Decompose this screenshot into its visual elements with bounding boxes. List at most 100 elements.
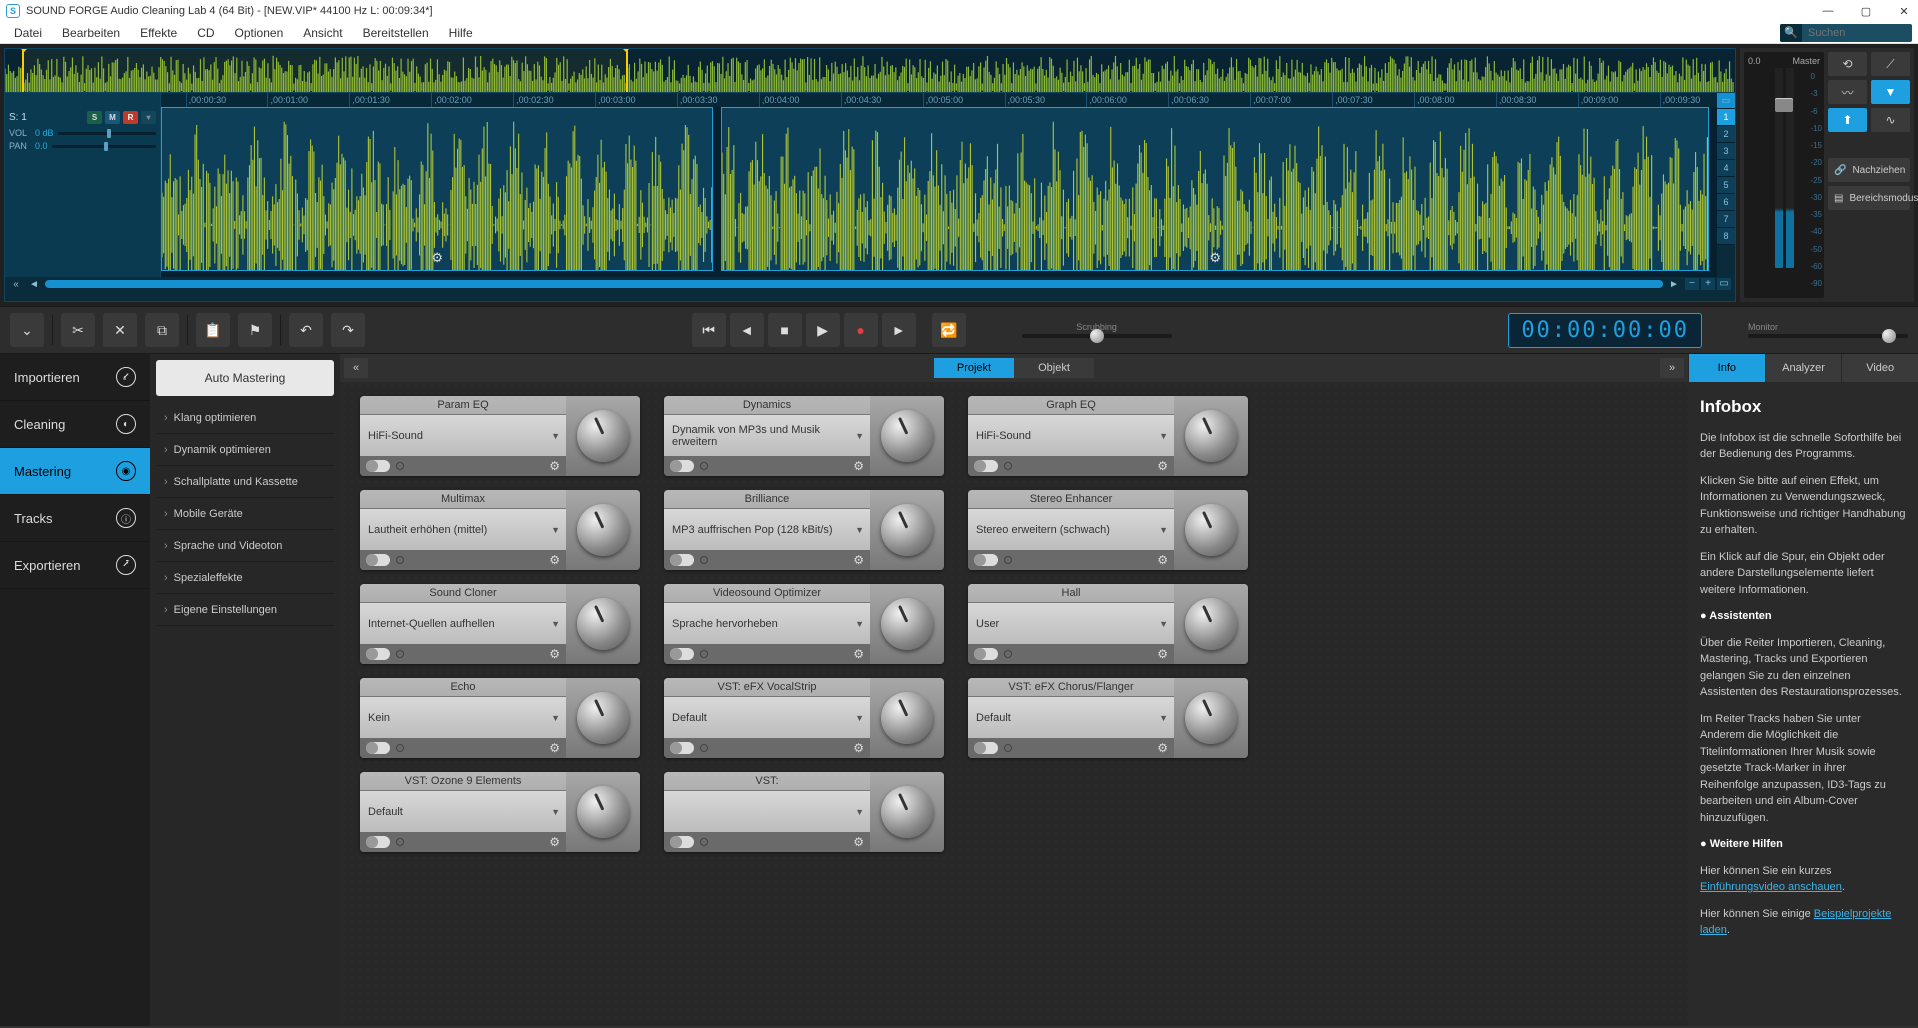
fx-preset-dropdown[interactable]: Internet-Quellen aufhellen▼ bbox=[360, 603, 566, 644]
fx-knob[interactable] bbox=[1185, 504, 1237, 556]
fx-preset-dropdown[interactable]: Kein▼ bbox=[360, 697, 566, 738]
audio-clip-2[interactable]: 2:Track 4 ⚙ bbox=[721, 107, 1709, 271]
menu-hilfe[interactable]: Hilfe bbox=[441, 24, 481, 42]
clip-fx-icon[interactable]: ⚙ bbox=[431, 250, 443, 266]
expand-down-button[interactable]: ⌄ bbox=[10, 313, 44, 347]
fx-knob[interactable] bbox=[577, 504, 629, 556]
menu-cd[interactable]: CD bbox=[189, 24, 222, 42]
search-icon[interactable]: 🔍 bbox=[1780, 24, 1802, 42]
minimize-button[interactable]: — bbox=[1820, 5, 1836, 18]
volume-slider[interactable] bbox=[58, 132, 156, 135]
redo-button[interactable]: ↷ bbox=[331, 313, 365, 347]
fx-bypass-toggle[interactable] bbox=[670, 648, 694, 660]
fx-preset-dropdown[interactable]: User▼ bbox=[968, 603, 1174, 644]
tool-marker-icon[interactable]: ⬆ bbox=[1828, 108, 1867, 132]
preset-item[interactable]: Mobile Geräte bbox=[156, 498, 334, 530]
fx-knob[interactable] bbox=[1185, 692, 1237, 744]
preset-item[interactable]: Dynamik optimieren bbox=[156, 434, 334, 466]
loop-button[interactable]: 🔁 bbox=[932, 313, 966, 347]
monitor-thumb[interactable] bbox=[1882, 329, 1896, 343]
tool-filter-icon[interactable]: ▼ bbox=[1871, 80, 1910, 104]
collapse-right-button[interactable]: » bbox=[1660, 358, 1684, 378]
tab-objekt[interactable]: Objekt bbox=[1014, 358, 1094, 378]
time-counter[interactable]: 00:00:00:00 bbox=[1508, 313, 1702, 348]
fx-knob[interactable] bbox=[881, 692, 933, 744]
tool-wave-icon[interactable]: 〰 bbox=[1828, 80, 1867, 104]
undo-button[interactable]: ↶ bbox=[289, 313, 323, 347]
fx-preset-dropdown[interactable]: MP3 auffrischen Pop (128 kBit/s)▼ bbox=[664, 509, 870, 550]
fx-preset-dropdown[interactable]: Default▼ bbox=[664, 697, 870, 738]
fx-preset-dropdown[interactable]: Dynamik von MP3s und Musik erweitern▼ bbox=[664, 415, 870, 456]
fx-knob[interactable] bbox=[881, 786, 933, 838]
track-menu-button[interactable]: ▾ bbox=[141, 111, 156, 124]
fx-settings-icon[interactable]: ⚙ bbox=[853, 553, 864, 567]
scrubbing-control[interactable]: Scrubbing bbox=[1012, 322, 1182, 338]
cut-button[interactable]: ✂ bbox=[61, 313, 95, 347]
search-box[interactable]: 🔍 bbox=[1780, 24, 1912, 42]
fx-settings-icon[interactable]: ⚙ bbox=[549, 741, 560, 755]
fx-bypass-toggle[interactable] bbox=[670, 836, 694, 848]
fx-settings-icon[interactable]: ⚙ bbox=[549, 835, 560, 849]
horizontal-scroll[interactable]: « ◄ ► − + ▭ bbox=[5, 277, 1735, 291]
overview-selection[interactable] bbox=[22, 49, 628, 92]
fx-bypass-toggle[interactable] bbox=[366, 554, 390, 566]
fx-preset-dropdown[interactable]: HiFi-Sound▼ bbox=[968, 415, 1174, 456]
track-nav-4[interactable]: 4 bbox=[1717, 160, 1735, 177]
track-nav-5[interactable]: 5 bbox=[1717, 177, 1735, 194]
delete-button[interactable]: ✕ bbox=[103, 313, 137, 347]
menu-ansicht[interactable]: Ansicht bbox=[295, 24, 350, 42]
tool-envelope-icon[interactable]: ⟋ bbox=[1871, 52, 1910, 76]
fx-bypass-toggle[interactable] bbox=[974, 648, 998, 660]
track-nav-7[interactable]: 7 bbox=[1717, 211, 1735, 228]
zoom-out[interactable]: − bbox=[1685, 278, 1699, 290]
bereichsmodus-button[interactable]: ▤Bereichsmodus bbox=[1828, 186, 1910, 210]
fx-bypass-toggle[interactable] bbox=[670, 460, 694, 472]
fx-settings-icon[interactable]: ⚙ bbox=[1157, 647, 1168, 661]
audio-clip-1[interactable]: 1:Track 2 ⚙ bbox=[161, 107, 713, 271]
fx-knob[interactable] bbox=[577, 598, 629, 650]
monitor-control[interactable]: Monitor bbox=[1748, 322, 1908, 338]
scroll-left-double[interactable]: « bbox=[9, 279, 23, 290]
track-nav-top[interactable]: ▭ bbox=[1717, 93, 1735, 109]
mute-button[interactable]: M bbox=[105, 111, 120, 124]
infobox-tab-info[interactable]: Info bbox=[1688, 354, 1765, 382]
time-ruler[interactable]: ,00:00:30,00:01:00,00:01:30,00:02:00,00:… bbox=[161, 93, 1717, 107]
preset-item[interactable]: Spezialeffekte bbox=[156, 562, 334, 594]
fx-preset-dropdown[interactable]: Lautheit erhöhen (mittel)▼ bbox=[360, 509, 566, 550]
menu-datei[interactable]: Datei bbox=[6, 24, 50, 42]
infobox-tab-video[interactable]: Video bbox=[1841, 354, 1918, 382]
zoom-fit[interactable]: ▭ bbox=[1717, 278, 1731, 290]
menu-bearbeiten[interactable]: Bearbeiten bbox=[54, 24, 128, 42]
fx-bypass-toggle[interactable] bbox=[974, 742, 998, 754]
fx-knob[interactable] bbox=[881, 410, 933, 462]
fx-settings-icon[interactable]: ⚙ bbox=[853, 835, 864, 849]
paste-button[interactable]: 📋 bbox=[196, 313, 230, 347]
overview-waveform[interactable] bbox=[5, 49, 1735, 93]
track-nav-2[interactable]: 2 bbox=[1717, 126, 1735, 143]
menu-bereitstellen[interactable]: Bereitstellen bbox=[355, 24, 437, 42]
maximize-button[interactable]: ▢ bbox=[1858, 5, 1874, 18]
close-button[interactable]: ✕ bbox=[1896, 5, 1912, 18]
preset-item[interactable]: Eigene Einstellungen bbox=[156, 594, 334, 626]
pan-slider[interactable] bbox=[52, 145, 156, 148]
collapse-left-button[interactable]: « bbox=[344, 358, 368, 378]
tool-link-icon[interactable]: ⟲ bbox=[1828, 52, 1867, 76]
track-nav-1[interactable]: 1 bbox=[1717, 109, 1735, 126]
fx-bypass-toggle[interactable] bbox=[366, 836, 390, 848]
scrub-thumb[interactable] bbox=[1090, 329, 1104, 343]
tool-curve-icon[interactable]: ∿ bbox=[1871, 108, 1910, 132]
clip-fx-icon[interactable]: ⚙ bbox=[1209, 250, 1221, 266]
menu-optionen[interactable]: Optionen bbox=[227, 24, 292, 42]
tab-projekt[interactable]: Projekt bbox=[934, 358, 1014, 378]
fx-knob[interactable] bbox=[577, 786, 629, 838]
fx-settings-icon[interactable]: ⚙ bbox=[853, 647, 864, 661]
next-button[interactable]: ► bbox=[882, 313, 916, 347]
stop-button[interactable]: ■ bbox=[768, 313, 802, 347]
fx-settings-icon[interactable]: ⚙ bbox=[853, 741, 864, 755]
fx-preset-dropdown[interactable]: Default▼ bbox=[968, 697, 1174, 738]
preset-item[interactable]: Sprache und Videoton bbox=[156, 530, 334, 562]
nav-cleaning[interactable]: Cleaning◐ bbox=[0, 401, 150, 448]
fx-bypass-toggle[interactable] bbox=[366, 648, 390, 660]
fx-knob[interactable] bbox=[1185, 598, 1237, 650]
nav-tracks[interactable]: Tracksⓘ bbox=[0, 495, 150, 542]
